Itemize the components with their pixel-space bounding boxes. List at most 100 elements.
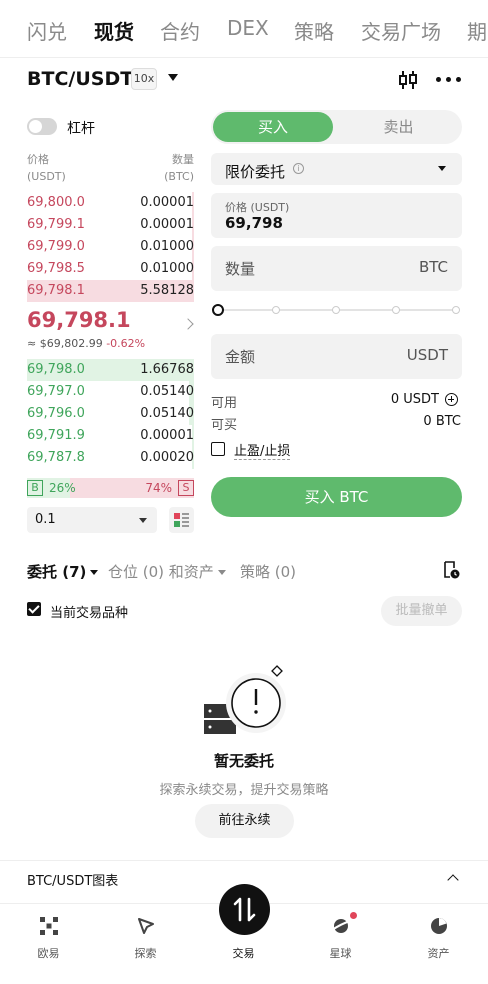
chevron-down-icon: [139, 518, 147, 523]
bid-row[interactable]: 69,798.0 1.66768: [27, 359, 194, 381]
order-type-select[interactable]: 限价委托 i: [211, 153, 462, 185]
chevron-down-icon: [217, 570, 226, 575]
orderbook-price-header: 价格 (USDT): [27, 153, 66, 183]
tab-spot[interactable]: 现货: [94, 16, 134, 45]
tab-trading-square[interactable]: 交易广场: [361, 16, 441, 45]
ask-row[interactable]: 69,799.0 0.01000: [27, 236, 194, 258]
tab-dex[interactable]: DEX: [227, 16, 269, 40]
info-icon[interactable]: i: [293, 163, 304, 174]
row-price: 69,799.1: [27, 217, 85, 232]
nav-label: 星球: [329, 947, 352, 960]
bid-row[interactable]: 69,796.0 0.05140: [27, 403, 194, 425]
row-price: 69,796.0: [27, 406, 85, 421]
orderbook-mode-icon[interactable]: [169, 507, 194, 533]
can-buy-value: 0 BTC: [423, 414, 461, 429]
row-price: 69,797.0: [27, 384, 85, 399]
tab-futures[interactable]: 合约: [160, 16, 200, 45]
quantity-placeholder: 数量: [225, 260, 256, 278]
more-icon[interactable]: [436, 76, 462, 84]
row-price: 69,800.0: [27, 195, 85, 210]
bid-row[interactable]: 69,797.0 0.05140: [27, 381, 194, 403]
price-input[interactable]: 价格 (USDT) 69,798: [211, 193, 462, 238]
buy-sell-switch: 买入 卖出: [211, 110, 462, 144]
tpsl-label[interactable]: 止盈/止损: [234, 440, 291, 460]
tpsl-checkbox[interactable]: [211, 442, 225, 456]
row-qty: 1.66768: [140, 362, 194, 377]
ask-row[interactable]: 69,798.5 0.01000: [27, 258, 194, 280]
can-buy-label: 可买: [211, 418, 238, 433]
row-qty: 0.01000: [140, 239, 194, 254]
buy-sell-ratio: B 26% 74% S: [27, 478, 194, 498]
sell-ratio-pct: 74%: [145, 481, 172, 495]
amount-unit: USDT: [406, 346, 448, 364]
nav-explore[interactable]: 探索: [97, 905, 194, 984]
buy-btc-button[interactable]: 买入 BTC: [211, 477, 462, 517]
bid-row[interactable]: 69,791.9 0.00001: [27, 425, 194, 447]
ask-row[interactable]: 69,799.1 0.00001: [27, 214, 194, 236]
row-qty: 0.00020: [140, 450, 194, 465]
percent-slider[interactable]: [211, 300, 462, 320]
tab-strategy-orders[interactable]: 策略 (0): [240, 561, 296, 582]
ask-row[interactable]: 69,798.1 5.58128: [27, 280, 194, 302]
ask-row[interactable]: 69,800.0 0.00001: [27, 192, 194, 214]
bid-row[interactable]: 69,787.8 0.00020: [27, 447, 194, 469]
swap-arrows-icon: [233, 897, 256, 922]
planet-icon: [331, 919, 351, 933]
trade-button[interactable]: [219, 884, 270, 935]
tab-strategy[interactable]: 策略: [294, 16, 334, 45]
row-qty: 5.58128: [140, 283, 194, 298]
sell-ratio-badge: S: [178, 480, 194, 496]
orderbook-qty-header: 数量 (BTC): [164, 153, 194, 183]
row-qty: 0.00001: [140, 217, 194, 232]
order-history-icon[interactable]: [442, 561, 460, 579]
nav-okx[interactable]: 欧易: [0, 905, 97, 984]
row-price: 69,799.0: [27, 239, 85, 254]
tab-options[interactable]: 期: [467, 16, 487, 45]
add-funds-icon[interactable]: [445, 393, 458, 406]
last-price[interactable]: 69,798.1: [27, 308, 131, 332]
chevron-down-icon[interactable]: [168, 74, 178, 81]
chevron-up-icon[interactable]: [447, 874, 459, 886]
nav-assets[interactable]: 资产: [390, 905, 487, 984]
row-price: 69,798.0: [27, 362, 85, 377]
buy-ratio-pct: 26%: [49, 481, 76, 495]
quantity-input[interactable]: 数量 BTC: [211, 246, 462, 291]
sell-tab[interactable]: 卖出: [337, 112, 460, 142]
tab-open-orders[interactable]: 委托 (7): [27, 561, 99, 582]
okx-logo-icon: [40, 917, 58, 935]
candlestick-icon[interactable]: [396, 68, 420, 92]
empty-state-title: 暂无委托: [213, 752, 274, 770]
tab-flash-swap[interactable]: 闪兑: [27, 16, 67, 45]
pair-selector[interactable]: BTC/USDT: [27, 68, 133, 90]
row-price: 69,798.1: [27, 283, 85, 298]
tab-positions-assets[interactable]: 仓位 (0) 和资产: [108, 561, 226, 582]
price-input-value[interactable]: 69,798: [225, 214, 283, 232]
amount-placeholder: 金额: [225, 348, 256, 366]
nav-label: 欧易: [37, 947, 60, 960]
slider-handle[interactable]: [212, 304, 224, 316]
price-step-value: 0.1: [35, 512, 56, 527]
batch-cancel-button[interactable]: 批量撤单: [381, 596, 462, 626]
price-change: -0.62%: [106, 337, 146, 350]
buy-ratio-badge: B: [27, 480, 43, 496]
amount-input[interactable]: 金额 USDT: [211, 334, 462, 379]
nav-label: 探索: [134, 947, 157, 960]
row-qty: 0.00001: [140, 428, 194, 443]
quantity-unit: BTC: [418, 258, 448, 276]
chart-bar-title: BTC/USDT图表: [27, 874, 119, 889]
nav-label: 交易: [232, 947, 255, 960]
current-pair-checkbox[interactable]: [27, 602, 41, 616]
empty-state-illustration: [204, 665, 286, 734]
available-value: 0 USDT: [390, 392, 439, 407]
current-pair-label: 当前交易品种: [50, 606, 129, 621]
leverage-toggle[interactable]: [27, 118, 57, 135]
available-label: 可用: [211, 396, 238, 411]
last-price-usd: ≈ $69,802.99 -0.62%: [27, 337, 146, 350]
assets-pie-icon: [431, 918, 447, 934]
empty-state-subtitle: 探索永续交易，提升交易策略: [159, 783, 329, 798]
price-step-select[interactable]: 0.1: [27, 507, 157, 533]
nav-planet[interactable]: 星球: [292, 905, 389, 984]
buy-tab[interactable]: 买入: [213, 112, 333, 142]
goto-perpetual-button[interactable]: 前往永续: [195, 804, 294, 838]
chevron-right-icon[interactable]: [182, 318, 194, 330]
